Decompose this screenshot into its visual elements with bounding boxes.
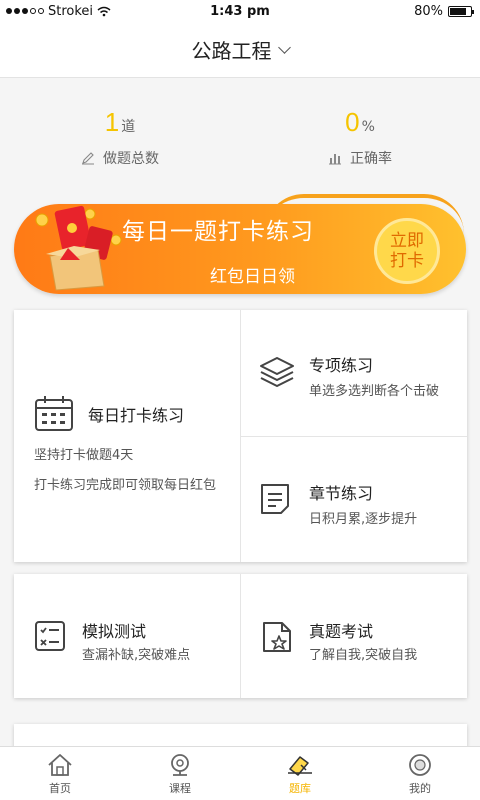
tab-question-bank[interactable]: 题库 bbox=[240, 747, 360, 800]
banner-title: 每日一题打卡练习 bbox=[122, 219, 314, 245]
tab-home[interactable]: 首页 bbox=[0, 747, 120, 800]
accuracy-label: 正确率 bbox=[350, 151, 392, 167]
questions-done-label: 做题总数 bbox=[103, 151, 159, 167]
questions-done-value: 1 bbox=[104, 107, 120, 137]
daily-practice-streak: 坚持打卡做题4天 bbox=[34, 448, 134, 463]
camera-icon bbox=[171, 754, 189, 776]
bottom-tab-bar: 首页 课程 题库 我的 bbox=[0, 746, 480, 800]
header: 公路工程 bbox=[0, 22, 480, 78]
star-document-icon bbox=[263, 622, 291, 652]
mock-test-tile[interactable]: 模拟测试 查漏补缺,突破难点 bbox=[14, 574, 240, 698]
stat-questions-done: 1 道 做题总数 bbox=[0, 107, 240, 168]
daily-checkin-practice-tile[interactable]: 每日打卡练习 坚持打卡做题4天 打卡练习完成即可领取每日红包 bbox=[14, 310, 240, 562]
layers-icon bbox=[260, 357, 294, 387]
question-bank-icon bbox=[288, 756, 312, 776]
calendar-icon bbox=[35, 396, 73, 431]
status-bar: Strokei 1:43 pm 80% bbox=[0, 0, 480, 22]
checkin-now-button[interactable]: 立即 打卡 bbox=[374, 218, 440, 284]
banner-subtitle: 红包日日领 bbox=[210, 267, 295, 287]
red-envelope-gift-icon bbox=[35, 205, 122, 291]
profile-icon bbox=[409, 754, 431, 776]
real-exam-tile[interactable]: 真题考试 了解自我,突破自我 bbox=[241, 574, 467, 698]
special-practice-desc: 单选多选判断各个击破 bbox=[309, 384, 440, 399]
stats-panel: 1 道 做题总数 0 % 正确率 bbox=[0, 79, 480, 179]
questions-done-unit: 道 bbox=[121, 119, 136, 135]
daily-practice-note: 打卡练习完成即可领取每日红包 bbox=[34, 478, 217, 493]
practice-card: 每日打卡练习 坚持打卡做题4天 打卡练习完成即可领取每日红包 专项练习 单选多选… bbox=[14, 310, 467, 562]
chapter-practice-desc: 日积月累,逐步提升 bbox=[309, 512, 418, 527]
daily-practice-title: 每日打卡练习 bbox=[88, 406, 185, 425]
home-icon bbox=[48, 754, 72, 776]
document-icon bbox=[261, 484, 289, 514]
subject-selector-title[interactable]: 公路工程 bbox=[192, 35, 272, 64]
pencil-icon bbox=[82, 152, 94, 165]
accuracy-value: 0 bbox=[345, 107, 360, 137]
special-practice-title: 专项练习 bbox=[309, 356, 374, 375]
tab-profile[interactable]: 我的 bbox=[360, 747, 480, 800]
tab-question-bank-label: 题库 bbox=[289, 782, 311, 795]
accuracy-unit: % bbox=[361, 119, 375, 135]
clock: 1:43 pm bbox=[210, 3, 270, 19]
battery-percent: 80% bbox=[414, 3, 443, 19]
chapter-practice-title: 章节练习 bbox=[309, 484, 374, 503]
chevron-down-icon[interactable] bbox=[277, 40, 291, 54]
daily-checkin-banner[interactable]: 每日一题打卡练习 红包日日领 立即 打卡 bbox=[14, 194, 466, 294]
stat-accuracy: 0 % 正确率 bbox=[240, 107, 480, 168]
tab-courses[interactable]: 课程 bbox=[120, 747, 240, 800]
tab-courses-label: 课程 bbox=[169, 782, 191, 795]
real-exam-title: 真题考试 bbox=[309, 622, 374, 641]
checklist-icon bbox=[35, 621, 65, 651]
real-exam-desc: 了解自我,突破自我 bbox=[309, 648, 418, 663]
checkin-button-line2: 打卡 bbox=[390, 251, 424, 271]
battery-icon bbox=[448, 5, 474, 17]
special-practice-tile[interactable]: 专项练习 单选多选判断各个击破 bbox=[241, 310, 467, 436]
tab-profile-label: 我的 bbox=[409, 782, 431, 795]
checkin-button-line1: 立即 bbox=[390, 231, 424, 251]
mock-test-desc: 查漏补缺,突破难点 bbox=[82, 648, 191, 663]
chapter-practice-tile[interactable]: 章节练习 日积月累,逐步提升 bbox=[241, 436, 467, 562]
exam-card: 模拟测试 查漏补缺,突破难点 真题考试 了解自我,突破自我 bbox=[14, 574, 467, 698]
bar-chart-icon bbox=[329, 154, 341, 165]
tab-home-label: 首页 bbox=[49, 782, 71, 795]
mock-test-title: 模拟测试 bbox=[82, 622, 147, 641]
